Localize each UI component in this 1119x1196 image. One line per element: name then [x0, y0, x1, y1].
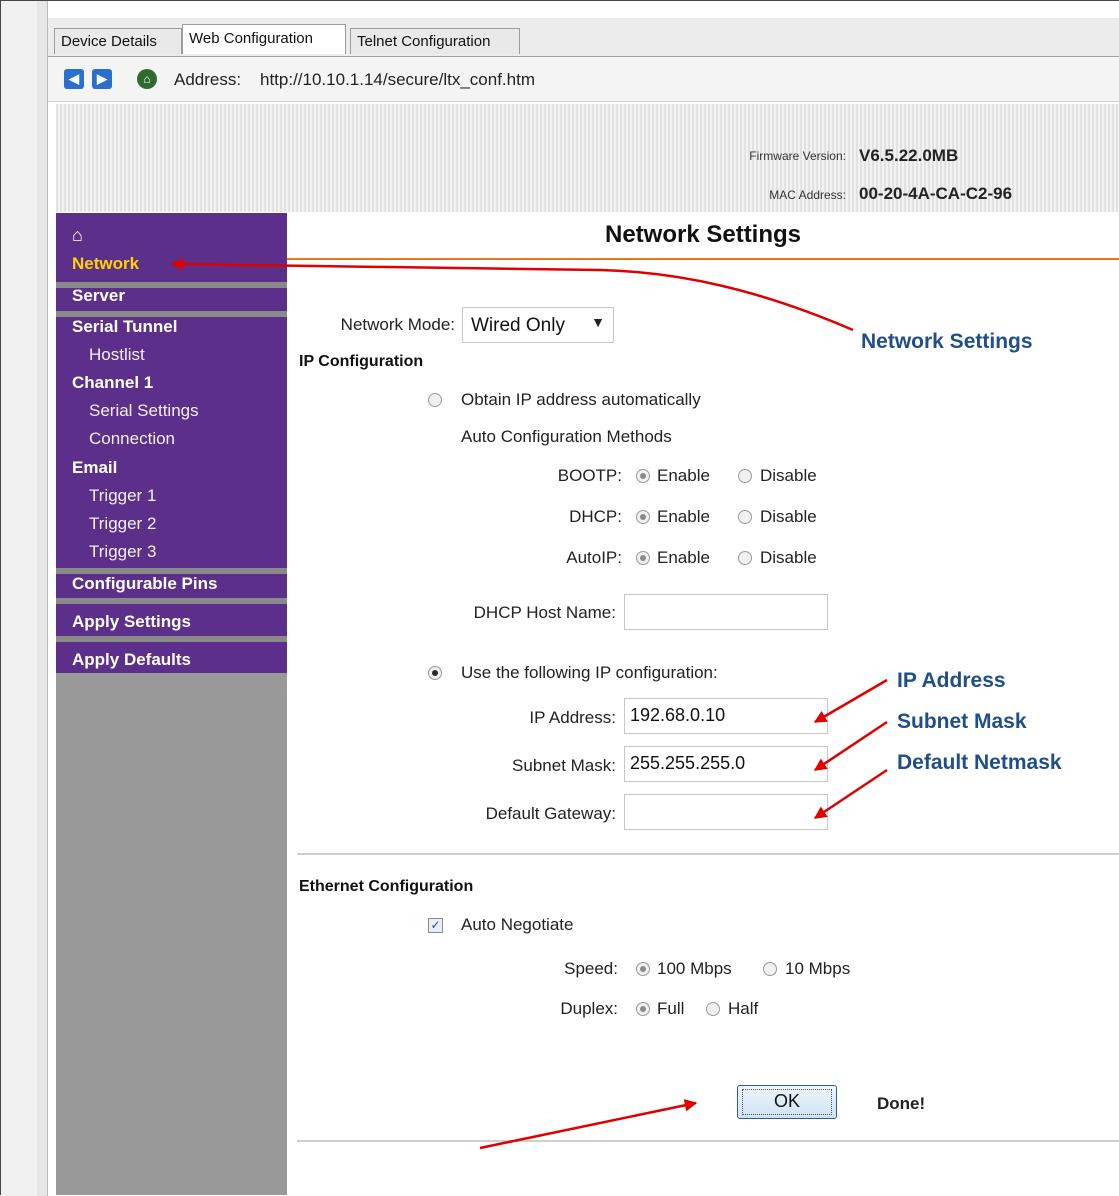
inner-border: [37, 1, 48, 1196]
speed-10-radio[interactable]: [763, 962, 777, 976]
mac-value: 00-20-4A-CA-C2-96: [859, 184, 1013, 203]
dhcp-enable-radio[interactable]: [636, 510, 650, 524]
device-header: Firmware Version: V6.5.22.0MB MAC Addres…: [56, 104, 1119, 212]
annotation-subnet-mask: Subnet Mask: [897, 710, 1027, 733]
tab-web-configuration[interactable]: Web Configuration: [182, 24, 346, 54]
sidebar-item-network[interactable]: Network: [72, 254, 139, 274]
address-label: Address:: [174, 70, 242, 89]
divider: [297, 853, 1119, 855]
bootp-label: BOOTP:: [557, 466, 622, 485]
tab-telnet-configuration[interactable]: Telnet Configuration: [350, 28, 520, 54]
sidebar-item-hostlist[interactable]: Hostlist: [89, 345, 145, 365]
autoip-disable-radio[interactable]: [738, 551, 752, 565]
ip-address-input[interactable]: 192.68.0.10: [624, 698, 828, 734]
tab-strip: Device Details Web Configuration Telnet …: [48, 18, 1119, 57]
sidebar-item-apply-defaults[interactable]: Apply Defaults: [72, 650, 191, 670]
use-following-radio[interactable]: [428, 666, 442, 680]
subnet-mask-input[interactable]: 255.255.255.0: [624, 746, 828, 782]
home-nav-icon[interactable]: ⌂: [72, 226, 94, 244]
bootp-enable-label: Enable: [657, 466, 710, 485]
speed-100-radio[interactable]: [636, 962, 650, 976]
annotation-ip-address: IP Address: [897, 669, 1006, 692]
sidebar-item-serial-tunnel[interactable]: Serial Tunnel: [72, 317, 178, 337]
duplex-label: Duplex:: [560, 999, 618, 1018]
ip-config-heading: IP Configuration: [299, 353, 424, 370]
sidebar-item-serial-settings[interactable]: Serial Settings: [89, 401, 199, 421]
sidebar-item-trigger-3[interactable]: Trigger 3: [89, 542, 156, 562]
page-title: Network Settings: [604, 221, 802, 248]
sidebar-item-trigger-1[interactable]: Trigger 1: [89, 486, 156, 506]
annotation-default-netmask: Default Netmask: [897, 751, 1062, 774]
nav-separator: [56, 636, 287, 642]
auto-negotiate-label: Auto Negotiate: [461, 915, 574, 934]
firmware-value: V6.5.22.0MB: [859, 146, 959, 165]
bootp-disable-radio[interactable]: [738, 469, 752, 483]
ok-button[interactable]: OK: [737, 1085, 837, 1119]
firmware-label: Firmware Version:: [749, 149, 846, 163]
duplex-full-radio[interactable]: [636, 1002, 650, 1016]
sidebar-item-connection[interactable]: Connection: [89, 429, 175, 449]
use-following-label: Use the following IP configuration:: [461, 663, 718, 682]
speed-10-label: 10 Mbps: [785, 959, 851, 978]
page-title-bar: Network Settings: [287, 213, 1119, 260]
sidebar-item-trigger-2[interactable]: Trigger 2: [89, 514, 156, 534]
sidebar-filler: [56, 673, 287, 1195]
autoip-enable-radio[interactable]: [636, 551, 650, 565]
address-bar: ◀ ▶ ⌂ Address: http://10.10.1.14/secure/…: [48, 57, 1119, 102]
ethernet-heading: Ethernet Configuration: [299, 878, 474, 895]
dhcp-host-input[interactable]: [624, 594, 828, 630]
address-url[interactable]: http://10.10.1.14/secure/ltx_conf.htm: [260, 70, 535, 90]
autoip-label: AutoIP:: [566, 548, 622, 567]
sidebar-item-server[interactable]: Server: [72, 286, 125, 306]
sidebar-item-channel-1[interactable]: Channel 1: [72, 373, 153, 393]
divider: [297, 1140, 1119, 1142]
home-icon[interactable]: ⌂: [137, 69, 157, 89]
sidebar-item-email[interactable]: Email: [72, 458, 117, 478]
default-gateway-label: Default Gateway:: [485, 804, 616, 823]
nav-separator: [56, 598, 287, 604]
auto-negotiate-checkbox[interactable]: ✓: [428, 918, 443, 933]
status-text: Done!: [877, 1094, 926, 1113]
subnet-mask-label: Subnet Mask:: [512, 756, 616, 775]
sidebar-item-apply-settings[interactable]: Apply Settings: [72, 612, 191, 632]
forward-arrow-icon[interactable]: ▶: [92, 69, 112, 89]
duplex-full-label: Full: [657, 999, 685, 1018]
dhcp-label: DHCP:: [569, 507, 622, 526]
left-gutter: [1, 1, 38, 1196]
autoip-enable-label: Enable: [657, 548, 710, 567]
ok-label: OK: [773, 1091, 800, 1111]
duplex-half-label: Half: [728, 999, 759, 1018]
autoip-disable-label: Disable: [760, 548, 817, 567]
mac-label: MAC Address:: [769, 188, 846, 202]
sidebar-item-configurable-pins[interactable]: Configurable Pins: [72, 574, 217, 594]
chevron-down-icon: ▼: [591, 314, 605, 330]
annotation-network-settings: Network Settings: [861, 330, 1033, 353]
dhcp-disable-label: Disable: [760, 507, 817, 526]
tab-device-details[interactable]: Device Details: [54, 28, 182, 54]
bootp-disable-label: Disable: [760, 466, 817, 485]
obtain-auto-radio[interactable]: [428, 393, 442, 407]
speed-label: Speed:: [564, 959, 618, 978]
network-mode-select[interactable]: Wired Only ▼: [462, 307, 614, 343]
obtain-auto-label: Obtain IP address automatically: [461, 390, 701, 409]
dhcp-host-label: DHCP Host Name:: [473, 603, 616, 622]
duplex-half-radio[interactable]: [706, 1002, 720, 1016]
dhcp-disable-radio[interactable]: [738, 510, 752, 524]
back-arrow-icon[interactable]: ◀: [64, 69, 84, 89]
network-mode-value: Wired Only: [471, 315, 565, 336]
ip-address-label: IP Address:: [529, 708, 616, 727]
auto-methods-label: Auto Configuration Methods: [461, 427, 672, 446]
dhcp-enable-label: Enable: [657, 507, 710, 526]
speed-100-label: 100 Mbps: [657, 959, 732, 978]
network-mode-label: Network Mode:: [340, 315, 455, 334]
default-gateway-input[interactable]: [624, 794, 828, 830]
window-top-border: [0, 0, 1119, 1]
bootp-enable-radio[interactable]: [636, 469, 650, 483]
